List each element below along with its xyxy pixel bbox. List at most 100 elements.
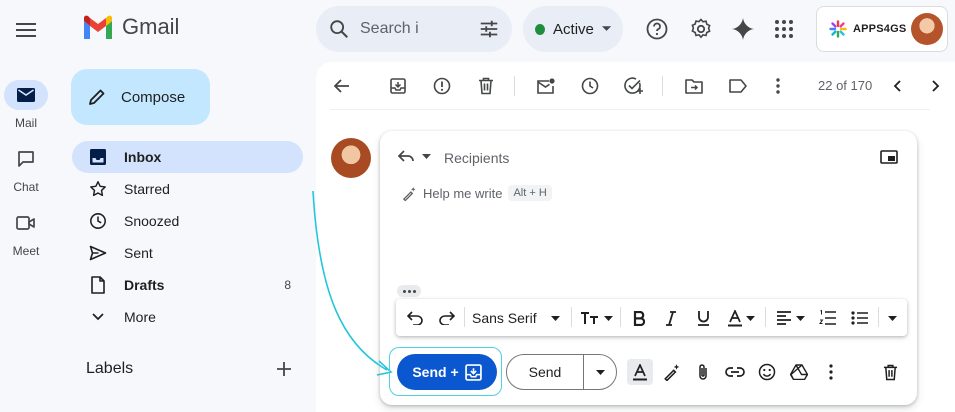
newer-button[interactable] bbox=[883, 72, 911, 100]
delete-button[interactable] bbox=[472, 72, 500, 100]
labels-heading: Labels bbox=[86, 360, 134, 377]
search-bar[interactable] bbox=[316, 6, 512, 52]
formatting-options-button[interactable] bbox=[627, 359, 653, 385]
recipients-field[interactable]: Recipients bbox=[444, 150, 509, 166]
mark-unread-button[interactable] bbox=[532, 72, 560, 100]
clock-icon bbox=[90, 213, 106, 229]
drive-icon bbox=[790, 364, 808, 380]
text-format-icon bbox=[633, 363, 647, 380]
italic-button[interactable] bbox=[660, 306, 682, 330]
nav-item-snoozed[interactable]: Snoozed bbox=[72, 205, 303, 237]
attach-file-button[interactable] bbox=[690, 359, 716, 385]
help-me-write-button[interactable]: Help me write Alt + H bbox=[402, 185, 552, 201]
main-menu-button[interactable] bbox=[8, 12, 44, 48]
toolbar-divider-line bbox=[330, 109, 930, 110]
archive-icon bbox=[464, 363, 482, 381]
bulleted-list-button[interactable] bbox=[848, 306, 872, 330]
rail-item-chat[interactable]: Chat bbox=[0, 144, 52, 194]
search-options-icon[interactable] bbox=[478, 18, 500, 40]
insert-drive-button[interactable] bbox=[786, 359, 812, 385]
underline-icon bbox=[697, 311, 709, 326]
mail-icon bbox=[17, 88, 35, 102]
report-spam-button[interactable] bbox=[428, 72, 456, 100]
rail-item-meet[interactable]: Meet bbox=[0, 208, 52, 258]
gmail-logo[interactable]: Gmail bbox=[82, 14, 179, 40]
undo-button[interactable] bbox=[404, 306, 426, 330]
more-options-button[interactable] bbox=[764, 72, 792, 100]
send-plus-button[interactable]: Send + bbox=[397, 354, 497, 390]
reply-icon bbox=[398, 150, 414, 162]
labels-button[interactable] bbox=[724, 72, 752, 100]
rail-item-mail[interactable]: Mail bbox=[0, 80, 52, 130]
insert-link-button[interactable] bbox=[722, 359, 748, 385]
add-task-button[interactable] bbox=[620, 72, 648, 100]
video-icon bbox=[16, 216, 35, 230]
avatar bbox=[331, 138, 371, 178]
nav-label: Sent bbox=[124, 245, 153, 261]
link-icon bbox=[725, 367, 745, 377]
support-button[interactable] bbox=[642, 14, 672, 44]
discard-draft-button[interactable] bbox=[877, 359, 903, 385]
insert-emoji-button[interactable] bbox=[754, 359, 780, 385]
mark-unread-icon bbox=[537, 78, 555, 94]
send-button[interactable]: Send bbox=[507, 355, 584, 389]
text-color-button[interactable] bbox=[723, 306, 759, 330]
nav-item-starred[interactable]: Starred bbox=[72, 173, 303, 205]
send-icon bbox=[89, 245, 107, 261]
numbered-list-button[interactable] bbox=[816, 306, 840, 330]
settings-button[interactable] bbox=[686, 14, 716, 44]
reply-type-selector[interactable] bbox=[398, 150, 431, 162]
toolbar-divider bbox=[514, 76, 515, 96]
drafts-count: 8 bbox=[284, 278, 291, 292]
move-to-button[interactable] bbox=[680, 72, 708, 100]
search-icon[interactable] bbox=[328, 18, 350, 40]
plus-icon bbox=[277, 362, 291, 376]
nav-item-sent[interactable]: Sent bbox=[72, 237, 303, 269]
compose-button[interactable]: Compose bbox=[71, 69, 210, 125]
more-formatting-button[interactable] bbox=[884, 306, 900, 330]
nav-item-inbox[interactable]: Inbox bbox=[72, 141, 303, 173]
status-selector[interactable]: Active bbox=[523, 6, 623, 52]
search-input[interactable] bbox=[360, 20, 460, 38]
nav-item-more[interactable]: More bbox=[72, 301, 303, 333]
report-icon bbox=[433, 77, 451, 95]
snooze-button[interactable] bbox=[576, 72, 604, 100]
avatar bbox=[911, 13, 943, 45]
message-counter: 22 of 170 bbox=[818, 78, 873, 93]
underline-button[interactable] bbox=[692, 306, 714, 330]
gear-icon bbox=[691, 18, 711, 39]
text-size-button[interactable] bbox=[578, 306, 614, 330]
redo-button[interactable] bbox=[436, 306, 458, 330]
account-switcher[interactable]: APPS4GS bbox=[816, 6, 948, 52]
status-label: Active bbox=[553, 20, 594, 38]
bold-button[interactable] bbox=[628, 306, 650, 330]
font-selector[interactable]: Sans Serif bbox=[472, 306, 566, 330]
font-label: Sans Serif bbox=[472, 310, 537, 326]
chevron-down-icon bbox=[422, 153, 431, 159]
chevron-down-icon bbox=[603, 315, 613, 321]
older-button[interactable] bbox=[922, 72, 950, 100]
apps4gs-logo-icon bbox=[829, 20, 847, 38]
rail-label-meet: Meet bbox=[12, 244, 40, 258]
nav-label: Inbox bbox=[124, 149, 162, 165]
archive-button[interactable] bbox=[384, 72, 412, 100]
rail-label-chat: Chat bbox=[13, 180, 39, 194]
inbox-icon bbox=[90, 149, 106, 165]
format-divider bbox=[571, 307, 572, 327]
clock-icon bbox=[581, 77, 599, 95]
chevron-down-icon bbox=[92, 313, 104, 321]
send-plus-label: Send + bbox=[412, 364, 459, 380]
popout-button[interactable] bbox=[880, 150, 898, 164]
emoji-icon bbox=[758, 363, 776, 381]
apps-button[interactable] bbox=[769, 14, 799, 44]
status-dot bbox=[535, 23, 546, 35]
nav-item-drafts[interactable]: Drafts 8 bbox=[72, 269, 303, 301]
gemini-button[interactable] bbox=[728, 14, 758, 44]
send-options-button[interactable] bbox=[584, 355, 616, 389]
align-button[interactable] bbox=[773, 306, 807, 330]
help-me-write-icon-button[interactable] bbox=[659, 359, 685, 385]
more-send-options-button[interactable] bbox=[818, 359, 844, 385]
back-button[interactable] bbox=[328, 72, 356, 100]
create-label-button[interactable] bbox=[276, 361, 296, 381]
gmail-m-icon bbox=[84, 15, 112, 39]
